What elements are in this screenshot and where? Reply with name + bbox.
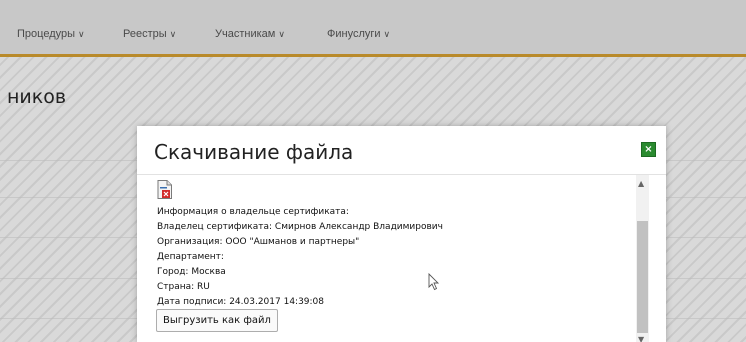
dialog-body: Информация о владельце сертификата: Влад… — [137, 175, 666, 342]
info-line: Дата подписи: 24.03.2017 14:39:08 — [157, 297, 325, 307]
top-navigation: Процедуры ∨ Реестры ∨ Участникам ∨ Финуслуг… — [0, 0, 746, 57]
info-line: Информация о владельце сертификата: — [157, 207, 349, 217]
nav-item-participants[interactable]: Участникам ∨ — [215, 28, 285, 40]
scroll-thumb[interactable] — [637, 221, 648, 333]
dialog-title: Скачивание файла — [154, 140, 354, 164]
nav-item-finservices[interactable]: Финуслуги ∨ — [327, 28, 390, 40]
info-line: Департамент: — [157, 252, 224, 262]
info-line: Владелец сертификата: Смирнов Александр … — [157, 222, 443, 232]
export-as-file-button[interactable]: Выгрузить как файл — [156, 309, 278, 332]
nav-item-procedures[interactable]: Процедуры ∨ — [17, 28, 85, 40]
info-line: Страна: RU — [157, 282, 210, 292]
close-button[interactable]: × — [641, 142, 656, 157]
chevron-down-icon: ∨ — [383, 29, 391, 39]
scroll-up-arrow-icon[interactable]: ▲ — [638, 179, 644, 188]
scroll-down-arrow-icon[interactable]: ▼ — [638, 335, 644, 342]
page-title: ников — [7, 86, 67, 108]
chevron-down-icon: ∨ — [169, 29, 177, 39]
download-file-dialog: Скачивание файла × Информация о владельц… — [137, 126, 666, 342]
nav-item-label: Финуслуги — [327, 28, 381, 40]
mouse-cursor-icon — [428, 273, 440, 291]
nav-item-label: Участникам — [215, 28, 276, 40]
nav-item-label: Процедуры — [17, 28, 76, 40]
pdf-file-icon[interactable] — [157, 180, 172, 199]
chevron-down-icon: ∨ — [78, 29, 85, 39]
certificate-info: Информация о владельце сертификата: Влад… — [157, 205, 443, 310]
scrollbar[interactable]: ▲ ▼ — [636, 175, 649, 342]
info-line: Город: Москва — [157, 267, 226, 277]
nav-item-registries[interactable]: Реестры ∨ — [123, 28, 176, 40]
info-line: Организация: ООО "Ашманов и партнеры" — [157, 237, 360, 247]
nav-item-label: Реестры — [123, 28, 167, 40]
chevron-down-icon: ∨ — [278, 29, 285, 39]
dialog-header: Скачивание файла × — [137, 126, 666, 175]
